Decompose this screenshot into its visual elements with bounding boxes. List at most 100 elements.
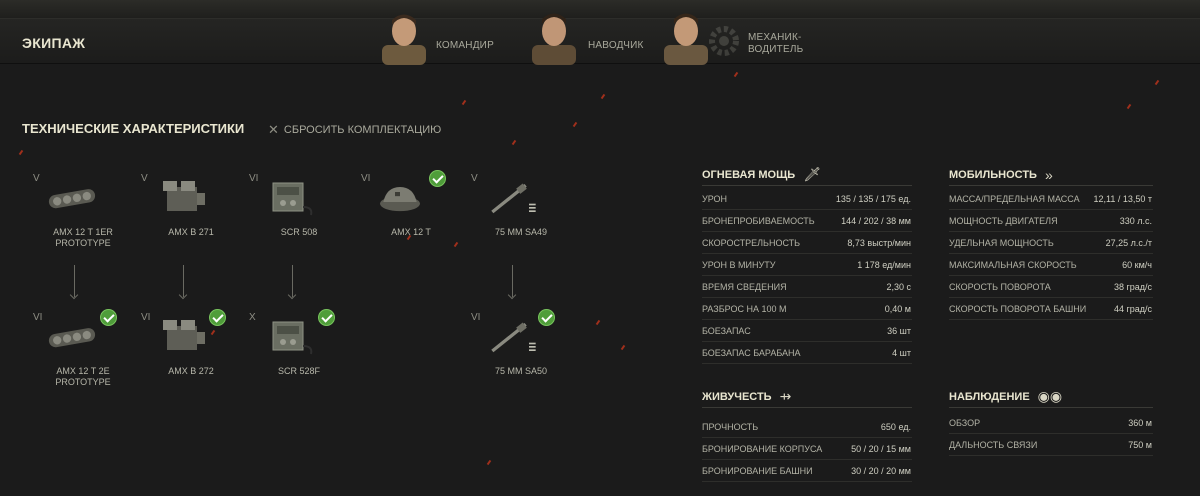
stat-value: 1 178 ед/мин: [857, 259, 911, 270]
stat-value: 144 / 202 / 38 мм: [841, 215, 911, 226]
stat-label: РАЗБРОС НА 100 М: [702, 303, 787, 314]
survivability-panel: ЖИВУЧЕСТЬ ⇸ ПРОЧНОСТЬ 650 ед. БРОНИРОВАНИ…: [702, 386, 912, 482]
module-name: SCR 528F: [277, 366, 321, 376]
stat-value: 330 л.с.: [1119, 215, 1152, 226]
installed-check-icon: [100, 309, 117, 326]
specs-title: ТЕХНИЧЕСКИЕ ХАРАКТЕРИСТИКИ: [22, 121, 245, 136]
spark: [572, 121, 578, 128]
top-strip: [0, 0, 1200, 18]
module-tier: X: [249, 312, 256, 323]
module-name: SCR 508: [280, 227, 318, 237]
upgrade-arrow: [74, 265, 75, 297]
gear-icon: [709, 26, 739, 56]
stat-row: БРОНИРОВАНИЕ КОРПУСА 50 / 20 / 15 мм: [702, 438, 912, 460]
stat-row: УРОН 135 / 135 / 175 ед.: [702, 188, 912, 210]
installed-check-icon: [318, 309, 335, 326]
double-chevron-icon: »: [1044, 166, 1053, 183]
module-name: AMX B 271: [168, 227, 214, 237]
reset-configuration-label: СБРОСИТЬ КОМПЛЕКТАЦИЮ: [283, 124, 442, 136]
stat-label: МОЩНОСТЬ ДВИГАТЕЛЯ: [949, 215, 1058, 226]
engine-icon: [163, 181, 205, 211]
module-name-line1: AMX 12 T 1ER: [53, 227, 113, 237]
stat-label: УРОН В МИНУТУ: [702, 259, 776, 270]
stat-value: 50 / 20 / 15 мм: [851, 443, 911, 454]
mobility-title: МОБИЛЬНОСТЬ: [949, 168, 1037, 181]
module-tracks-1[interactable]: V AMX 12 T 1ER PROTOTYPE: [33, 173, 133, 251]
installed-check-icon: [209, 309, 226, 326]
module-radio-1[interactable]: VI SCR 508: [249, 173, 349, 251]
radio-icon: [272, 182, 313, 216]
module-engine-2[interactable]: VI AMX B 272: [141, 309, 241, 390]
gun-icon: [491, 322, 536, 353]
module-tier: V: [33, 173, 40, 184]
crew-role-gunner: НАВОДЧИК: [588, 40, 644, 51]
stat-label: СКОРОСТЬ ПОВОРОТА: [949, 281, 1051, 292]
tracks-icon: [48, 328, 96, 348]
module-tier: VI: [33, 312, 43, 323]
spark: [461, 99, 467, 106]
stat-value: 38 град/с: [1113, 281, 1152, 292]
stat-row: МОЩНОСТЬ ДВИГАТЕЛЯ 330 л.с.: [949, 210, 1153, 232]
turret-icon: [380, 187, 420, 212]
stat-value: 0,40 м: [884, 303, 911, 314]
module-radio-2[interactable]: X SCR 528F: [249, 309, 349, 390]
sword-icon: 🗡: [803, 166, 821, 182]
upgrade-arrow: [183, 265, 184, 297]
module-name-line2: PROTOTYPE: [55, 377, 111, 387]
module-name: AMX 12 T 1ER PROTOTYPE: [33, 227, 133, 249]
stat-label: УРОН: [702, 193, 728, 204]
stat-row: ОБЗОР 360 м: [949, 412, 1153, 434]
crew-role-driver: МЕХАНИК- ВОДИТЕЛЬ: [748, 32, 803, 56]
stat-label: БОЕЗАПАС БАРАБАНА: [702, 347, 801, 358]
stat-row: СКОРОСТЬ ПОВОРОТА БАШНИ 44 град/с: [949, 298, 1153, 320]
stat-label: СКОРОСТЬ ПОВОРОТА БАШНИ: [949, 303, 1087, 314]
stat-row: ВРЕМЯ СВЕДЕНИЯ 2,30 с: [702, 276, 912, 298]
survivability-title: ЖИВУЧЕСТЬ: [702, 390, 772, 403]
binoculars-icon: ◉◉: [1037, 388, 1063, 404]
module-tier: VI: [141, 312, 151, 323]
spark: [18, 149, 24, 156]
stat-row: БОЕЗАПАС 36 шт: [702, 320, 912, 342]
stat-value: 30 / 20 / 20 мм: [851, 465, 911, 476]
stat-label: ДАЛЬНОСТЬ СВЯЗИ: [949, 439, 1038, 450]
stat-value: 44 град/с: [1113, 303, 1152, 314]
installed-check-icon: [538, 309, 555, 326]
stat-row: УРОН В МИНУТУ 1 178 ед/мин: [702, 254, 912, 276]
module-gun-1[interactable]: V 75 MM SA49: [471, 173, 571, 251]
module-tracks-2[interactable]: VI AMX 12 T 2E PROTOTYPE: [33, 309, 133, 390]
crew-role-driver-line2: ВОДИТЕЛЬ: [748, 44, 804, 55]
spark: [1154, 79, 1160, 86]
tracks-icon: [48, 189, 96, 209]
spark: [486, 459, 492, 466]
gunner-portrait: [526, 7, 582, 65]
radio-icon: [272, 321, 313, 355]
upgrade-arrow: [512, 265, 513, 297]
mobility-header: МОБИЛЬНОСТЬ »: [949, 164, 1153, 186]
stat-row: БРОНЕПРОБИВАЕМОСТЬ 144 / 202 / 38 мм: [702, 210, 912, 232]
observation-header: НАБЛЮДЕНИЕ ◉◉: [949, 386, 1153, 408]
crew-role-driver-line1: МЕХАНИК-: [748, 32, 802, 43]
commander-portrait: [376, 7, 432, 65]
stat-row: УДЕЛЬНАЯ МОЩНОСТЬ 27,25 л.с./т: [949, 232, 1153, 254]
module-name: 75 MM SA49: [494, 227, 548, 237]
reset-configuration-button[interactable]: ✕ СБРОСИТЬ КОМПЛЕКТАЦИЮ: [268, 122, 441, 138]
stat-row: МАССА/ПРЕДЕЛЬНАЯ МАССА 12,11 / 13,50 т: [949, 188, 1153, 210]
stat-label: ПРОЧНОСТЬ: [702, 421, 759, 432]
stat-value: 60 км/ч: [1122, 259, 1152, 270]
module-turret-1[interactable]: VI AMX 12 T: [361, 170, 461, 251]
module-gun-2[interactable]: VI 75 MM SA50: [471, 309, 571, 390]
stat-label: СКОРОСТРЕЛЬНОСТЬ: [702, 237, 801, 248]
module-engine-1[interactable]: V AMX B 271: [141, 173, 241, 251]
module-tier: VI: [471, 312, 481, 323]
stat-row: ДАЛЬНОСТЬ СВЯЗИ 750 м: [949, 434, 1153, 456]
module-tier: V: [471, 173, 478, 184]
upgrade-arrow: [292, 265, 293, 297]
spark: [511, 139, 517, 146]
stat-value: 27,25 л.с./т: [1105, 237, 1152, 248]
stat-value: 36 шт: [887, 325, 911, 336]
stat-value: 4 шт: [892, 347, 911, 358]
stat-label: БРОНЕПРОБИВАЕМОСТЬ: [702, 215, 815, 226]
close-icon: ✕: [268, 122, 279, 137]
stat-row: БОЕЗАПАС БАРАБАНА 4 шт: [702, 342, 912, 364]
crew-title: ЭКИПАЖ: [22, 35, 86, 51]
